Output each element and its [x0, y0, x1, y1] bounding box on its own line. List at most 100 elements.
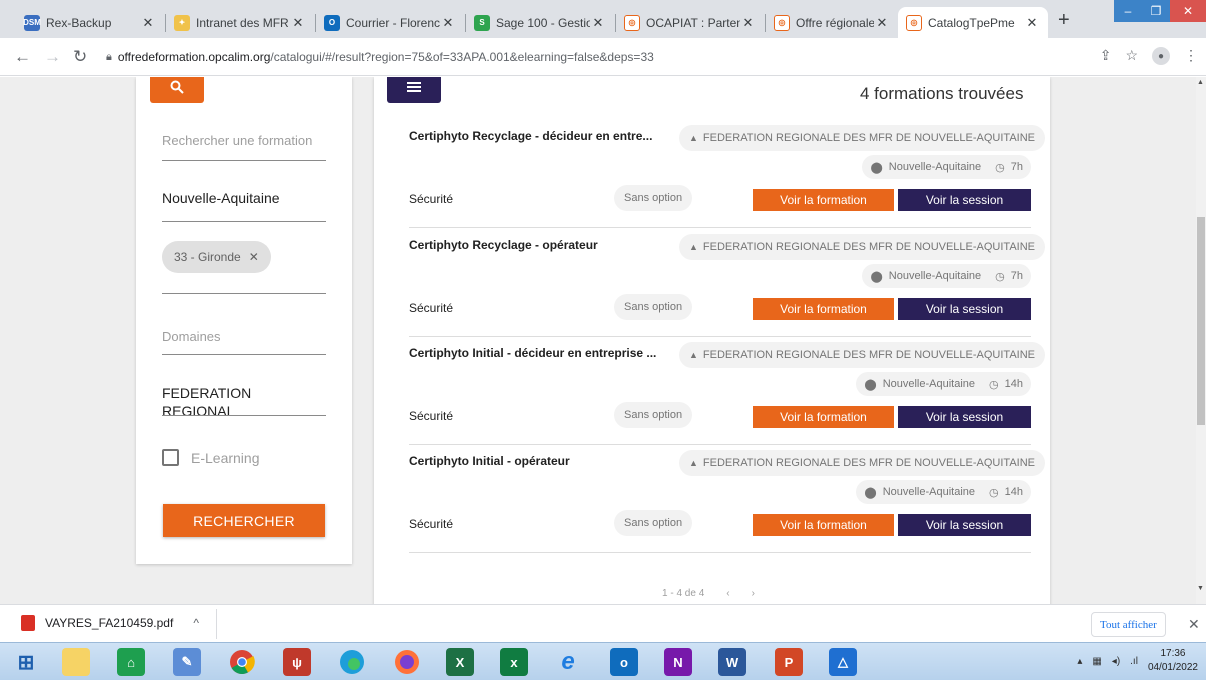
- tab-sage[interactable]: S Sage 100 - Gestion ✕: [466, 7, 614, 38]
- location-chip: ⬤ Nouvelle-Aquitaine ◷ 7h: [862, 264, 1031, 288]
- elearning-checkbox-row[interactable]: E-Learning: [162, 449, 260, 466]
- network-icon[interactable]: ▦: [1092, 656, 1101, 667]
- dsm-icon: DSM: [23, 14, 41, 31]
- tool-icon[interactable]: ✎: [173, 648, 201, 676]
- clock[interactable]: 17:36 04/01/2022: [1148, 647, 1198, 675]
- tab-catalogtpepme[interactable]: ◎ CatalogTpePme ✕: [898, 7, 1048, 38]
- word-icon[interactable]: W: [718, 648, 746, 676]
- domains-field[interactable]: Domaines: [162, 328, 326, 356]
- location-label: Nouvelle-Aquitaine: [882, 378, 976, 390]
- close-icon[interactable]: ✕: [590, 15, 606, 31]
- divider: [409, 336, 1031, 337]
- share-icon[interactable]: ⇪: [1100, 47, 1112, 65]
- location-chip: ⬤ Nouvelle-Aquitaine ◷ 7h: [862, 155, 1031, 179]
- close-icon[interactable]: ✕: [440, 15, 456, 31]
- app-icon[interactable]: △: [829, 648, 857, 676]
- tab-label: Courrier - Florence: [346, 15, 440, 30]
- next-page-icon[interactable]: ›: [752, 588, 755, 599]
- view-session-button[interactable]: Voir la session: [898, 189, 1031, 211]
- clock-icon: ◷: [989, 378, 999, 391]
- prev-page-icon[interactable]: ‹: [726, 588, 729, 599]
- option-badge: Sans option: [614, 402, 693, 428]
- file-explorer-icon[interactable]: [62, 648, 90, 676]
- close-icon[interactable]: ✕: [140, 15, 156, 31]
- close-icon[interactable]: ✕: [874, 15, 890, 31]
- organisation-chip: ▲ FEDERATION REGIONALE DES MFR DE NOUVELL…: [679, 125, 1046, 151]
- reload-icon[interactable]: ↻: [73, 47, 87, 67]
- view-session-button[interactable]: Voir la session: [898, 514, 1031, 536]
- page-scrollbar[interactable]: ▲ ▼: [1196, 77, 1206, 604]
- tab-rex-backup[interactable]: DSM Rex-Backup ✕: [16, 7, 164, 38]
- bookmark-star-icon[interactable]: ☆: [1125, 47, 1138, 65]
- search-button[interactable]: RECHERCHER: [163, 504, 325, 537]
- new-tab-icon[interactable]: +: [1058, 9, 1070, 32]
- department-field[interactable]: [162, 293, 326, 295]
- store-icon[interactable]: ⌂: [117, 648, 145, 676]
- lock-icon[interactable]: 🔒︎: [106, 51, 112, 64]
- onenote-icon[interactable]: N: [664, 648, 692, 676]
- result-title[interactable]: Certiphyto Recyclage - opérateur: [409, 238, 669, 252]
- target-icon: ◎: [906, 14, 922, 31]
- window-close-icon[interactable]: ✕: [1170, 0, 1206, 22]
- location-pin-icon: ⬤: [870, 161, 883, 174]
- view-formation-button[interactable]: Voir la formation: [753, 514, 894, 536]
- view-formation-button[interactable]: Voir la formation: [753, 298, 894, 320]
- pdf-icon: [21, 615, 35, 631]
- result-title[interactable]: Certiphyto Initial - opérateur: [409, 454, 669, 468]
- show-all-button[interactable]: Tout afficher: [1091, 612, 1166, 637]
- scroll-down-icon[interactable]: ▼: [1197, 585, 1204, 592]
- view-session-button[interactable]: Voir la session: [898, 298, 1031, 320]
- region-field[interactable]: Nouvelle-Aquitaine: [162, 190, 326, 223]
- chip-remove-icon[interactable]: ✕: [249, 250, 259, 264]
- elearning-checkbox[interactable]: [162, 449, 179, 466]
- signal-icon[interactable]: .ıl: [1130, 656, 1138, 667]
- tab-courrier[interactable]: O Courrier - Florence ✕: [316, 7, 464, 38]
- maximize-icon[interactable]: ❐: [1142, 0, 1170, 22]
- internet-explorer-icon[interactable]: e: [554, 648, 582, 676]
- chevron-up-icon[interactable]: ^: [193, 616, 199, 630]
- excel-icon[interactable]: x: [500, 648, 528, 676]
- windows-start-icon[interactable]: ⊞: [12, 648, 40, 676]
- close-icon[interactable]: ✕: [1024, 15, 1040, 31]
- search-input[interactable]: Rechercher une formation: [162, 132, 326, 162]
- location-label: Nouvelle-Aquitaine: [888, 161, 982, 173]
- firefox-icon[interactable]: [393, 648, 421, 676]
- close-icon[interactable]: ✕: [290, 15, 306, 31]
- app-icon[interactable]: ψ: [283, 648, 311, 676]
- result-row: Certiphyto Initial - opérateur ▲ FEDERATI…: [409, 450, 1046, 562]
- download-item[interactable]: VAYRES_FA210459.pdf ^: [21, 615, 199, 631]
- list-view-icon[interactable]: [387, 77, 441, 103]
- department-chip: 33 - Gironde ✕: [162, 241, 271, 273]
- excel-old-icon[interactable]: X: [446, 648, 474, 676]
- view-formation-button[interactable]: Voir la formation: [753, 406, 894, 428]
- close-icon[interactable]: ✕: [740, 15, 756, 31]
- view-session-button[interactable]: Voir la session: [898, 406, 1031, 428]
- powerpoint-icon[interactable]: P: [775, 648, 803, 676]
- profile-avatar-icon[interactable]: ●: [1152, 47, 1170, 65]
- volume-icon[interactable]: ◂): [1112, 656, 1120, 667]
- scroll-up-icon[interactable]: ▲: [1197, 79, 1204, 86]
- organisation-field[interactable]: FEDERATION REGIONAL: [162, 385, 326, 419]
- menu-kebab-icon[interactable]: ⋮: [1184, 47, 1198, 65]
- url-input[interactable]: 🔒︎ offredeformation.opcalim.org/catalogu…: [106, 43, 1070, 71]
- forward-icon[interactable]: →: [44, 47, 61, 67]
- outlook-icon[interactable]: o: [610, 648, 638, 676]
- result-title[interactable]: Certiphyto Initial - décideur en entrepr…: [409, 346, 669, 360]
- search-icon[interactable]: [150, 77, 204, 103]
- tab-offre-regionale[interactable]: ◎ Offre régionale for ✕: [766, 7, 898, 38]
- scroll-thumb[interactable]: [1197, 217, 1205, 425]
- duration-label: 14h: [1004, 378, 1023, 390]
- tab-intranet[interactable]: ✦ Intranet des MFR ✕: [166, 7, 314, 38]
- organisation-value: FEDERATION REGIONAL: [162, 385, 252, 419]
- view-formation-button[interactable]: Voir la formation: [753, 189, 894, 211]
- tab-ocapiat[interactable]: ◎ OCAPIAT : Partenai ✕: [616, 7, 764, 38]
- chrome-icon[interactable]: [228, 648, 256, 676]
- tray-arrow-icon[interactable]: ▴: [1077, 656, 1082, 667]
- result-title[interactable]: Certiphyto Recyclage - décideur en entre…: [409, 129, 669, 143]
- minimize-icon[interactable]: –: [1114, 0, 1142, 22]
- duration-label: 7h: [1010, 270, 1023, 282]
- back-icon[interactable]: ←: [14, 47, 31, 67]
- close-downloads-icon[interactable]: ✕: [1188, 616, 1200, 633]
- url-path: /catalogui/#/result?region=75&of=33APA.0…: [270, 50, 654, 64]
- edge-icon[interactable]: [338, 648, 366, 676]
